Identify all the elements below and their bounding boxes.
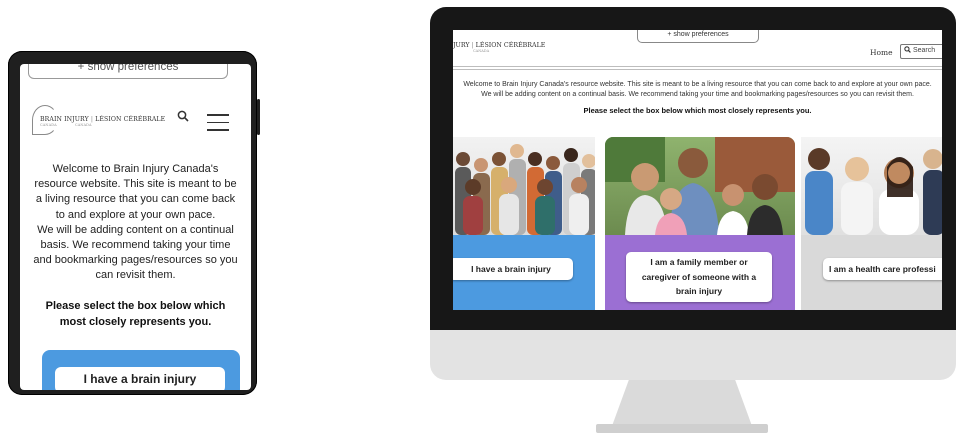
health-professionals-photo	[801, 137, 942, 235]
monitor-chin	[430, 330, 956, 380]
button-line: I am a family member or	[650, 257, 748, 267]
brain-injury-button[interactable]: I have a brain injury	[453, 258, 573, 280]
tablet-card-clip: I have a brain injury	[20, 64, 251, 390]
doctors-illustration	[805, 148, 942, 235]
welcome-line: Welcome to Brain Injury Canada's resourc…	[463, 81, 932, 88]
desktop-monitor-frame: + show preferences JURY | LÉSION CÉRÉBRA…	[430, 7, 956, 380]
show-preferences-button[interactable]: + show preferences	[637, 30, 759, 43]
search-placeholder: Search	[912, 47, 936, 54]
logo-french: LÉSION CÉRÉBRALE	[475, 42, 546, 49]
monitor-stand-base	[596, 424, 768, 433]
family-caregiver-button[interactable]: I am a family member or caregiver of som…	[626, 252, 772, 302]
header-divider	[453, 69, 942, 71]
tablet-side-button	[257, 99, 260, 135]
group-photo	[453, 137, 595, 235]
tablet-camera	[123, 56, 143, 87]
card-brain-injury[interactable]: I have a brain injury	[42, 350, 240, 390]
button-line: caregiver of someone with a	[641, 271, 757, 282]
desktop-screen: + show preferences JURY | LÉSION CÉRÉBRA…	[453, 30, 942, 310]
search-input[interactable]: Search	[900, 44, 942, 59]
brain-injury-button[interactable]: I have a brain injury	[55, 367, 225, 390]
button-line: brain injury	[675, 286, 723, 296]
card-brain-injury[interactable]: I have a brain injury	[453, 137, 595, 310]
monitor-stand-neck	[612, 380, 752, 426]
search-icon	[904, 46, 911, 53]
welcome-line: We will be adding content on a continual…	[481, 91, 914, 98]
family-photo	[605, 137, 795, 235]
family-illustration	[605, 137, 795, 235]
people-illustration	[455, 144, 595, 235]
logo-sub: CANADA	[473, 49, 490, 53]
logo-english: JURY	[453, 42, 470, 49]
header-divider	[453, 66, 942, 68]
welcome-text: Welcome to Brain Injury Canada's resourc…	[453, 80, 942, 100]
nav-home-link[interactable]: Home	[870, 48, 893, 57]
health-care-professional-button[interactable]: I am a health care professi	[823, 258, 942, 280]
card-family-caregiver[interactable]: I am a family member or caregiver of som…	[605, 137, 795, 310]
card-health-care-professional[interactable]: I am a health care professi	[801, 137, 942, 310]
select-prompt: Please select the box below which most c…	[583, 106, 812, 115]
site-logo[interactable]: JURY | LÉSION CÉRÉBRALE CANADA	[453, 42, 545, 53]
